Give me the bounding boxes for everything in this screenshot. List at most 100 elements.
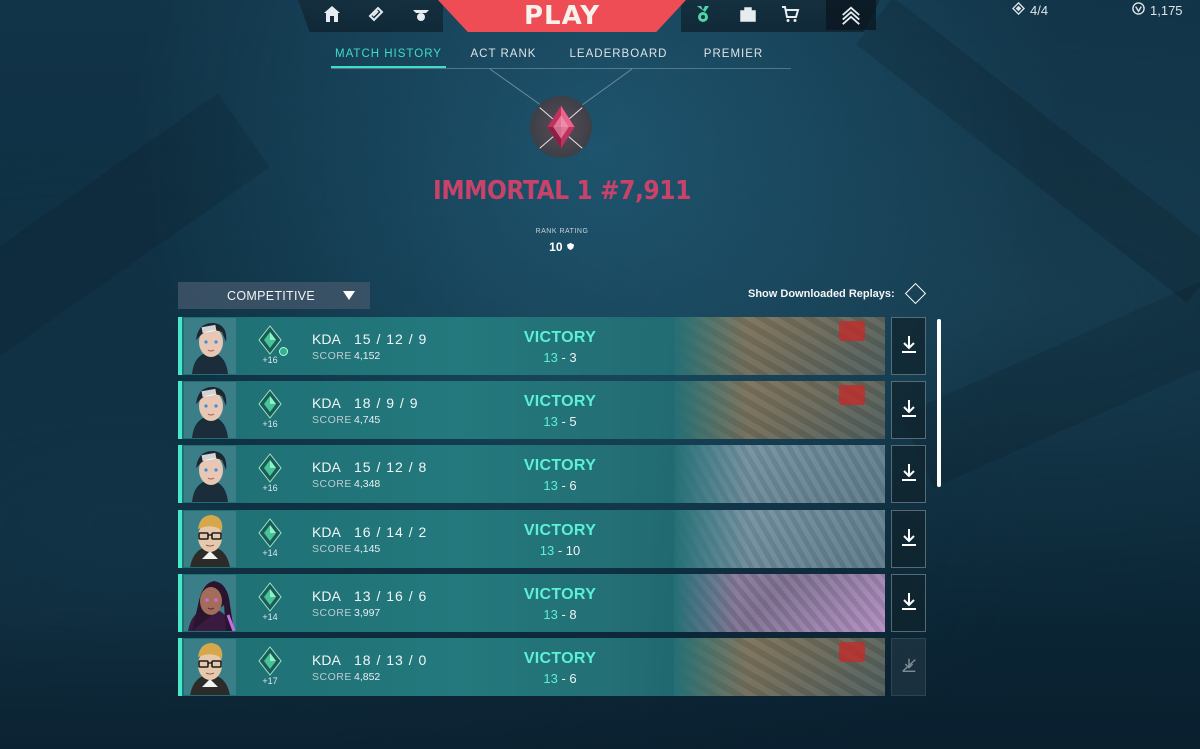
score-value: 4,745 xyxy=(354,414,381,426)
team-score: 13 xyxy=(543,478,558,493)
victory-accent-bar xyxy=(178,445,182,503)
download-icon xyxy=(899,334,919,359)
kda-label: KDA xyxy=(312,331,341,347)
victory-accent-bar xyxy=(178,574,182,632)
kda-value: 13 / 16 / 6 xyxy=(354,588,428,604)
map-thumbnail xyxy=(674,381,885,439)
score-separator: - xyxy=(557,671,570,686)
kda-label: KDA xyxy=(312,395,341,411)
score-label: SCORE xyxy=(312,350,352,362)
round-score: 13 - 6 xyxy=(498,671,622,686)
kda-label: KDA xyxy=(312,588,341,604)
download-replay-button[interactable] xyxy=(891,381,926,439)
rr-gain: +14 xyxy=(262,548,278,558)
match-result: VICTORY xyxy=(523,522,597,539)
rank-rating-value: 10 xyxy=(500,240,624,254)
map-detail xyxy=(839,385,865,405)
match-result: VICTORY xyxy=(523,457,597,474)
agent-portrait xyxy=(184,575,236,631)
round-score: 13 - 10 xyxy=(498,543,622,558)
round-score: 13 - 5 xyxy=(498,414,622,429)
kda-value: 15 / 12 / 8 xyxy=(354,459,428,475)
victory-accent-bar xyxy=(178,510,182,568)
match-result: VICTORY xyxy=(523,329,597,346)
map-thumbnail xyxy=(674,638,885,696)
rank-badge-icon xyxy=(258,453,282,483)
agent-portrait xyxy=(184,511,236,567)
match-history-list: +16 KDA 15 / 12 / 9 SCORE 4,152 VICTORY 13 - 3… xyxy=(178,317,930,701)
agent-portrait xyxy=(184,382,236,438)
victory-accent-bar xyxy=(178,381,182,439)
list-scrollbar[interactable] xyxy=(937,319,941,487)
score-value: 4,348 xyxy=(354,478,381,490)
download-replay-button[interactable] xyxy=(891,445,926,503)
rr-gain: +14 xyxy=(262,612,278,622)
rr-gain: +16 xyxy=(262,483,278,493)
download-icon xyxy=(899,591,919,616)
rr-gain: +16 xyxy=(262,355,278,365)
rr-gain: +17 xyxy=(262,676,278,686)
team-score: 13 xyxy=(543,671,558,686)
match-row[interactable]: +14 KDA 13 / 16 / 6 SCORE 3,997 VICTORY 13 - 8 xyxy=(178,574,930,632)
round-score: 13 - 3 xyxy=(498,350,622,365)
download-replay-button[interactable] xyxy=(891,574,926,632)
agent-portrait xyxy=(184,446,236,502)
match-result: VICTORY xyxy=(523,393,597,410)
victory-accent-bar xyxy=(178,317,182,375)
kda-value: 15 / 12 / 9 xyxy=(354,331,428,347)
download-icon xyxy=(899,462,919,487)
kda-label: KDA xyxy=(312,652,341,668)
background-beam xyxy=(901,252,1200,488)
rank-connector-lines xyxy=(489,68,633,109)
download-icon xyxy=(899,527,919,552)
kda-value: 16 / 14 / 2 xyxy=(354,524,428,540)
match-row[interactable]: +16 KDA 15 / 12 / 8 SCORE 4,348 VICTORY 13 - 6 xyxy=(178,445,930,503)
enemy-score: 6 xyxy=(569,671,577,686)
rank-rating-number: 10 xyxy=(549,240,563,254)
team-score: 13 xyxy=(543,350,558,365)
queue-mode-dropdown[interactable]: COMPETITIVE xyxy=(178,282,370,309)
match-row[interactable]: +16 KDA 18 / 9 / 9 SCORE 4,745 VICTORY 13 - 5 xyxy=(178,381,930,439)
download-replay-button[interactable] xyxy=(891,510,926,568)
enemy-score: 5 xyxy=(569,414,577,429)
rank-badge-icon xyxy=(258,518,282,548)
download-icon xyxy=(899,398,919,423)
rr-shield-icon xyxy=(566,240,575,254)
agent-portrait xyxy=(184,639,236,695)
score-label: SCORE xyxy=(312,543,352,555)
show-replays-toggle[interactable] xyxy=(904,282,927,305)
enemy-score: 8 xyxy=(569,607,577,622)
match-row[interactable]: +14 KDA 16 / 14 / 2 SCORE 4,145 VICTORY 13 - 1… xyxy=(178,510,930,568)
rank-badge-icon xyxy=(258,389,282,419)
map-thumbnail xyxy=(674,574,885,632)
download-disabled-icon xyxy=(900,656,918,679)
rank-badge-icon xyxy=(258,582,282,612)
download-unavailable-button xyxy=(891,638,926,696)
map-detail xyxy=(839,321,865,341)
map-detail xyxy=(839,642,865,662)
score-value: 4,852 xyxy=(354,671,381,683)
show-replays-label: Show Downloaded Replays: xyxy=(748,288,895,300)
score-value: 4,145 xyxy=(354,543,381,555)
match-row[interactable]: +16 KDA 15 / 12 / 9 SCORE 4,152 VICTORY 13 - 3 xyxy=(178,317,930,375)
download-replay-button[interactable] xyxy=(891,317,926,375)
score-separator: - xyxy=(557,607,570,622)
score-separator: - xyxy=(557,478,570,493)
match-result: VICTORY xyxy=(523,586,597,603)
rank-title: IMMORTAL 1 #7,911 xyxy=(433,176,691,206)
team-score: 13 xyxy=(543,414,558,429)
rr-gain: +16 xyxy=(262,419,278,429)
kda-value: 18 / 9 / 9 xyxy=(354,395,419,411)
agent-portrait xyxy=(184,318,236,374)
round-score: 13 - 6 xyxy=(498,478,622,493)
score-separator: - xyxy=(557,350,570,365)
score-separator: - xyxy=(557,414,570,429)
score-label: SCORE xyxy=(312,414,352,426)
match-row[interactable]: +17 KDA 18 / 13 / 0 SCORE 4,852 VICTORY 13 - 6 xyxy=(178,638,930,696)
score-label: SCORE xyxy=(312,607,352,619)
team-score: 13 xyxy=(543,607,558,622)
map-thumbnail xyxy=(674,445,885,503)
enemy-score: 3 xyxy=(569,350,577,365)
map-thumbnail xyxy=(674,317,885,375)
kda-value: 18 / 13 / 0 xyxy=(354,652,428,668)
